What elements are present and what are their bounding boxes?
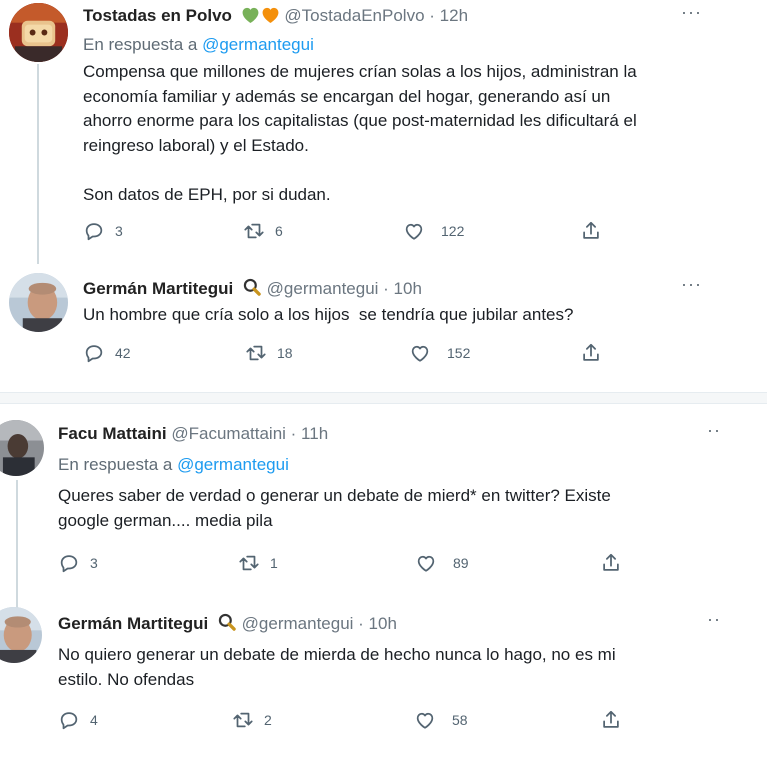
heart-icon — [414, 709, 436, 731]
reply-icon — [58, 552, 80, 574]
tweet-actions: 3 1 89 — [58, 552, 628, 578]
handle[interactable]: @germantegui — [242, 614, 354, 633]
display-name[interactable]: Tostadas en Polvo — [83, 6, 232, 25]
reply-count: 4 — [90, 712, 98, 728]
more-options-icon[interactable]: ··· — [681, 3, 702, 21]
thread-line — [16, 480, 18, 610]
tweet-german-2[interactable]: Germán Martitegui @germantegui · 10h ·· … — [0, 596, 767, 764]
reply-icon — [83, 220, 105, 242]
reply-button[interactable]: 42 — [83, 342, 131, 364]
reply-button[interactable]: 4 — [58, 709, 98, 731]
handle[interactable]: @germantegui — [267, 279, 379, 298]
like-count: 152 — [447, 345, 471, 361]
tweet-german-1[interactable]: Germán Martitegui @germantegui · 10h ···… — [0, 262, 767, 382]
tweet-header: Germán Martitegui @germantegui · 10h — [58, 612, 397, 638]
tweet-header: Tostadas en Polvo @TostadaEnPolvo · 12h — [83, 5, 468, 30]
separator-dot: · — [378, 279, 394, 298]
avatar[interactable] — [0, 420, 44, 476]
reply-count: 42 — [115, 345, 131, 361]
avatar[interactable] — [9, 3, 68, 62]
orange-heart-icon — [261, 6, 280, 30]
separator-dot: · — [353, 614, 369, 633]
retweet-count: 1 — [270, 555, 278, 571]
handle[interactable]: @Facumattaini — [171, 424, 286, 443]
reply-prefix: En respuesta a — [58, 455, 173, 474]
like-count: 122 — [441, 223, 465, 239]
reply-icon — [58, 709, 80, 731]
timestamp[interactable]: 12h — [440, 6, 468, 25]
avatar[interactable] — [0, 607, 42, 663]
reply-button[interactable]: 3 — [58, 552, 98, 574]
conversation-separator — [0, 392, 767, 404]
separator-dot: · — [285, 424, 302, 443]
retweet-count: 18 — [277, 345, 293, 361]
like-button[interactable]: 58 — [414, 709, 468, 731]
magnifier-icon — [242, 277, 262, 303]
more-options-icon[interactable]: ··· — [681, 275, 702, 293]
green-heart-icon — [241, 6, 260, 30]
display-name[interactable]: Facu Mattaini — [58, 424, 167, 443]
tweet-text: Un hombre que cría solo a los hijos se t… — [83, 305, 574, 324]
like-count: 58 — [452, 712, 468, 728]
tweet-text: Compensa que millones de mujeres crían s… — [83, 62, 637, 204]
tweet-text: No quiero generar un debate de mierda de… — [58, 645, 616, 689]
share-icon — [600, 709, 622, 731]
heart-icon — [403, 220, 425, 242]
reply-count: 3 — [115, 223, 123, 239]
thread-line — [37, 64, 39, 264]
tweet-facu[interactable]: Facu Mattaini @Facumattaini · 11h ·· En … — [0, 404, 767, 610]
reply-handle-link[interactable]: @germantegui — [177, 455, 289, 474]
reply-context: En respuesta a @germantegui — [83, 34, 314, 56]
retweet-button[interactable]: 6 — [243, 220, 283, 242]
more-options-icon[interactable]: ·· — [707, 610, 721, 628]
avatar[interactable] — [9, 273, 68, 332]
retweet-count: 6 — [275, 223, 283, 239]
tweet-text: Queres saber de verdad o generar un deba… — [58, 486, 611, 530]
retweet-button[interactable]: 1 — [238, 552, 278, 574]
heart-icon — [415, 552, 437, 574]
share-button[interactable] — [580, 342, 602, 364]
display-name[interactable]: Germán Martitegui — [83, 279, 233, 298]
retweet-icon — [245, 342, 267, 364]
like-button[interactable]: 152 — [409, 342, 470, 364]
reply-count: 3 — [90, 555, 98, 571]
reply-icon — [83, 342, 105, 364]
tweet-actions: 42 18 152 — [83, 342, 623, 368]
retweet-icon — [232, 709, 254, 731]
timestamp[interactable]: 10h — [394, 279, 422, 298]
handle[interactable]: @TostadaEnPolvo — [284, 6, 424, 25]
heart-icon — [409, 342, 431, 364]
tweet-header: Germán Martitegui @germantegui · 10h — [83, 277, 422, 303]
share-icon — [600, 552, 622, 574]
like-button[interactable]: 122 — [403, 220, 464, 242]
magnifier-icon — [217, 612, 237, 638]
timestamp[interactable]: 10h — [369, 614, 397, 633]
timestamp[interactable]: 11h — [301, 424, 328, 443]
reply-context: En respuesta a @germantegui — [58, 454, 289, 476]
retweet-button[interactable]: 2 — [232, 709, 272, 731]
retweet-button[interactable]: 18 — [245, 342, 293, 364]
retweet-icon — [238, 552, 260, 574]
more-options-icon[interactable]: ·· — [707, 421, 721, 439]
share-icon — [580, 220, 602, 242]
separator-dot: · — [424, 6, 440, 25]
reply-handle-link[interactable]: @germantegui — [202, 35, 314, 54]
share-button[interactable] — [600, 709, 622, 731]
tweet-header: Facu Mattaini @Facumattaini · 11h — [58, 423, 328, 445]
share-button[interactable] — [580, 220, 602, 242]
share-icon — [580, 342, 602, 364]
like-button[interactable]: 89 — [415, 552, 469, 574]
reply-button[interactable]: 3 — [83, 220, 123, 242]
retweet-count: 2 — [264, 712, 272, 728]
retweet-icon — [243, 220, 265, 242]
reply-prefix: En respuesta a — [83, 35, 198, 54]
tweet-actions: 3 6 122 — [83, 220, 623, 246]
tweet-tostadas[interactable]: Tostadas en Polvo @TostadaEnPolvo · 12h … — [0, 0, 767, 264]
display-name[interactable]: Germán Martitegui — [58, 614, 208, 633]
like-count: 89 — [453, 555, 469, 571]
tweet-actions: 4 2 58 — [58, 709, 628, 735]
share-button[interactable] — [600, 552, 622, 574]
